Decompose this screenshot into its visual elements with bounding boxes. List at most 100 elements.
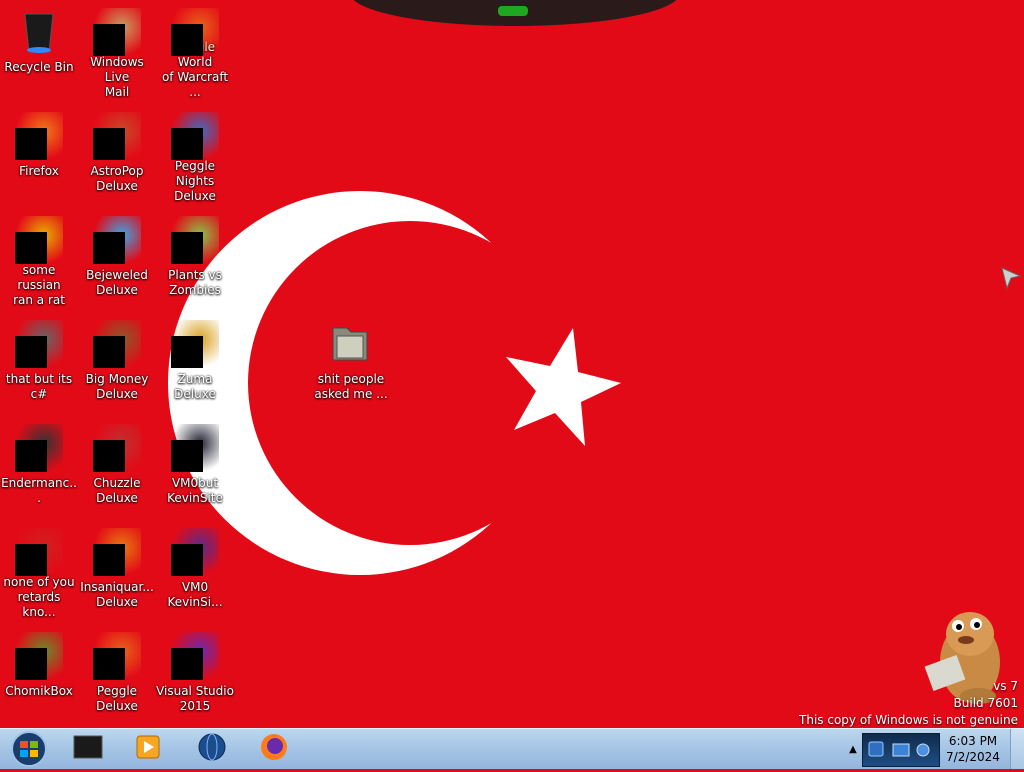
redaction-box — [93, 128, 125, 160]
desktop-icon[interactable]: Endermanc... — [0, 420, 78, 516]
desktop-icon-label: Firefox — [19, 164, 59, 178]
desktop-icon-label: VM0but KevinSite — [167, 476, 223, 505]
desktop-icon-label: Big Money Deluxe — [85, 372, 149, 401]
redaction-box — [93, 440, 125, 472]
icon-art — [15, 8, 63, 56]
desktop-icon-label: shit people asked me ... — [314, 372, 388, 401]
desktop-icon[interactable]: Big Money Deluxe — [78, 316, 156, 412]
desktop-icon-label: Insaniquar... Deluxe — [80, 580, 154, 609]
redaction-box — [171, 128, 203, 160]
redaction-box — [93, 544, 125, 576]
redaction-box — [15, 648, 47, 680]
desktop-icon[interactable]: Plants vs Zombies — [156, 212, 234, 308]
windows-genuine-watermark: vs 7 Build 7601 This copy of Windows is … — [799, 678, 1018, 728]
desktop-icon-label: Peggle Nights Deluxe — [174, 159, 216, 203]
red-circle-icon — [15, 528, 63, 576]
money-bag-icon — [93, 320, 141, 368]
desktop-icon-label: AstroPop Deluxe — [90, 164, 144, 193]
taskbar: ▲ 6:03 PM 7/2/2024 — [0, 728, 1024, 769]
fish-icon — [93, 528, 141, 576]
globe-icon — [195, 732, 229, 766]
desktop-icon-label: Bejeweled Deluxe — [86, 268, 148, 297]
icon-art — [327, 320, 375, 368]
show-hidden-icons-button[interactable]: ▲ — [846, 741, 860, 757]
astropop-icon — [93, 112, 141, 160]
desktop-icon[interactable]: Bejeweled Deluxe — [78, 212, 156, 308]
show-desktop-button[interactable] — [1010, 729, 1024, 769]
desktop[interactable]: Recycle Bin Windows Live Mail Peggle World… — [0, 0, 1024, 728]
window-stack-icon — [15, 320, 63, 368]
redaction-box — [93, 232, 125, 264]
redaction-box — [93, 336, 125, 368]
redaction-box — [15, 336, 47, 368]
folder-icon — [327, 320, 375, 368]
desktop-icon[interactable]: ChomikBox — [0, 628, 78, 724]
peggle-icon — [171, 8, 219, 56]
desktop-icon-label: Chuzzle Deluxe — [93, 476, 141, 505]
desktop-icon-label: none of you retards kno... — [3, 575, 75, 619]
desktop-icon-label: ChomikBox — [5, 684, 73, 698]
peggle-deluxe-icon — [93, 632, 141, 680]
firefox-icon — [257, 732, 291, 766]
desktop-icon[interactable]: Peggle Deluxe — [78, 628, 156, 724]
redaction-box — [171, 336, 203, 368]
desktop-icon[interactable]: some russian ran a rat — [0, 212, 78, 308]
desktop-icon-label: Recycle Bin — [4, 60, 74, 74]
watermark-line-2: Build 7601 — [953, 696, 1018, 710]
desktop-icon[interactable]: Chuzzle Deluxe — [78, 420, 156, 516]
redaction-box — [171, 232, 203, 264]
taskbar-pinned-media-player[interactable] — [120, 731, 176, 767]
redaction-box — [171, 544, 203, 576]
mouse-pointer-icon — [1001, 267, 1022, 290]
watermark-line-3: This copy of Windows is not genuine — [799, 713, 1018, 727]
desktop-icon-label: VM0 KevinSi... — [167, 580, 223, 609]
mail-icon — [93, 8, 141, 56]
clock-date: 7/2/2024 — [946, 750, 1000, 764]
redaction-box — [15, 440, 47, 472]
desktop-icon-label: that but its c# — [5, 372, 73, 401]
taskbar-pinned-terminal[interactable] — [60, 731, 116, 767]
redaction-box — [15, 128, 47, 160]
gadget-led — [498, 6, 528, 16]
desktop-icon-label: Visual Studio 2015 — [156, 684, 234, 713]
desktop-icon[interactable]: Insaniquar... Deluxe — [78, 524, 156, 620]
desktop-icon[interactable]: AstroPop Deluxe — [78, 108, 156, 204]
recycle-bin-icon — [15, 8, 63, 56]
desktop-icon-label: Peggle Deluxe — [96, 684, 138, 713]
desktop-icon-label: Plants vs Zombies — [168, 268, 222, 297]
desktop-icon[interactable]: Zuma Deluxe — [156, 316, 234, 412]
desktop-icon[interactable]: Peggle Nights Deluxe — [156, 108, 234, 204]
redaction-box — [93, 24, 125, 56]
firefox-icon — [15, 112, 63, 160]
app-icon — [15, 216, 63, 264]
desktop-icon[interactable]: VM0but KevinSite — [156, 420, 234, 516]
desktop-icon-label: Windows Live Mail — [90, 55, 144, 99]
plants-vs-zombies-icon — [171, 216, 219, 264]
start-button[interactable] — [4, 730, 54, 768]
redaction-box — [15, 232, 47, 264]
terminal-icon — [15, 424, 63, 472]
taskbar-pinned-globe[interactable] — [184, 731, 240, 767]
redaction-box — [93, 648, 125, 680]
desktop-icon[interactable]: shit people asked me ... — [312, 316, 390, 412]
desktop-icon[interactable]: that but its c# — [0, 316, 78, 412]
desktop-icon[interactable]: Recycle Bin — [0, 4, 78, 100]
notification-area[interactable] — [862, 733, 940, 767]
chomikbox-icon — [15, 632, 63, 680]
monitor-icon — [171, 424, 219, 472]
watermark-line-1: vs 7 — [993, 679, 1018, 693]
vm-icon — [171, 528, 219, 576]
desktop-icon[interactable]: none of you retards kno... — [0, 524, 78, 620]
desktop-icon[interactable]: Firefox — [0, 108, 78, 204]
desktop-icon[interactable]: Visual Studio 2015 — [156, 628, 234, 724]
terminal-icon — [71, 732, 105, 766]
desktop-icon[interactable]: VM0 KevinSi... — [156, 524, 234, 620]
redaction-box — [171, 440, 203, 472]
taskbar-pinned-firefox[interactable] — [246, 731, 302, 767]
desktop-icon[interactable]: Windows Live Mail — [78, 4, 156, 100]
chuzzle-icon — [93, 424, 141, 472]
clock[interactable]: 6:03 PM 7/2/2024 — [940, 733, 1006, 765]
peggle-nights-icon — [171, 112, 219, 160]
desktop-icon[interactable]: Peggle World of Warcraft ... — [156, 4, 234, 100]
desktop-icon-label: Endermanc... — [1, 476, 77, 505]
